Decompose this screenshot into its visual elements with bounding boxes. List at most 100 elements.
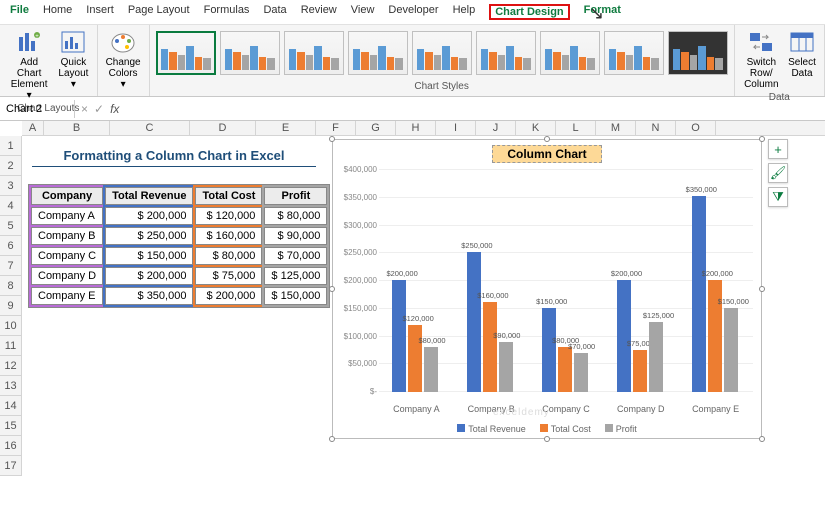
bar-total-revenue[interactable]: $150,000: [542, 308, 556, 392]
bar-total-revenue[interactable]: $200,000: [617, 280, 631, 392]
name-box[interactable]: Chart 2: [0, 100, 75, 118]
data-table[interactable]: Company Total Revenue Total Cost Profit …: [28, 184, 330, 308]
plot-area[interactable]: $-$50,000$100,000$150,000$200,000$250,00…: [379, 170, 753, 392]
style-thumb-4[interactable]: [348, 31, 408, 75]
menu-data[interactable]: Data: [263, 4, 286, 20]
row-header-8[interactable]: 8: [0, 276, 22, 296]
col-header-M[interactable]: M: [596, 121, 636, 135]
bar-group[interactable]: $200,000$75,000$125,000: [617, 280, 663, 392]
menu-view[interactable]: View: [351, 4, 375, 20]
bar-group[interactable]: $350,000$200,000$150,000: [692, 196, 738, 392]
chart-styles-gallery[interactable]: [156, 27, 728, 81]
th-revenue[interactable]: Total Revenue: [105, 187, 193, 205]
row-header-9[interactable]: 9: [0, 296, 22, 316]
style-thumb-9[interactable]: [668, 31, 728, 75]
th-company[interactable]: Company: [31, 187, 103, 205]
col-header-G[interactable]: G: [356, 121, 396, 135]
bar-profit[interactable]: $70,000: [574, 353, 588, 392]
row-header-3[interactable]: 3: [0, 176, 22, 196]
switch-row-column-button[interactable]: Switch Row/ Column: [741, 27, 782, 92]
menu-help[interactable]: Help: [453, 4, 476, 20]
chart-elements-button[interactable]: +: [768, 139, 788, 159]
column-headers[interactable]: ABCDEFGHIJKLMNO: [22, 121, 825, 136]
chart-title[interactable]: Column Chart: [492, 145, 602, 163]
row-header-5[interactable]: 5: [0, 216, 22, 236]
row-header-12[interactable]: 12: [0, 356, 22, 376]
row-header-10[interactable]: 10: [0, 316, 22, 336]
row-header-1[interactable]: 1: [0, 136, 22, 156]
row-header-13[interactable]: 13: [0, 376, 22, 396]
row-header-7[interactable]: 7: [0, 256, 22, 276]
menu-insert[interactable]: Insert: [86, 4, 114, 20]
col-header-B[interactable]: B: [44, 121, 110, 135]
bar-group[interactable]: $200,000$120,000$80,000: [392, 280, 438, 392]
menu-page-layout[interactable]: Page Layout: [128, 4, 190, 20]
row-header-14[interactable]: 14: [0, 396, 22, 416]
add-chart-element-button[interactable]: + Add Chart Element ▾: [6, 27, 52, 103]
bar-profit[interactable]: $150,000: [724, 308, 738, 392]
style-thumb-2[interactable]: [220, 31, 280, 75]
row-header-15[interactable]: 15: [0, 416, 22, 436]
bar-profit[interactable]: $90,000: [499, 342, 513, 392]
bar-total-cost[interactable]: $120,000: [408, 325, 422, 392]
row-header-11[interactable]: 11: [0, 336, 22, 356]
bar-group[interactable]: $150,000$80,000$70,000: [542, 308, 588, 392]
fx-icon[interactable]: fx: [110, 102, 119, 116]
worksheet-grid[interactable]: ABCDEFGHIJKLMNO 123456789101112131415161…: [0, 121, 825, 481]
change-colors-button[interactable]: Change Colors ▾: [104, 27, 143, 92]
bar-group[interactable]: $250,000$160,000$90,000: [467, 252, 513, 392]
row-header-16[interactable]: 16: [0, 436, 22, 456]
table-row[interactable]: Company C$ 150,000$ 80,000$ 70,000: [31, 247, 327, 265]
confirm-icon[interactable]: ✓: [94, 102, 104, 116]
style-thumb-3[interactable]: [284, 31, 344, 75]
menu-file[interactable]: File: [10, 4, 29, 20]
bar-total-cost[interactable]: $75,000: [633, 350, 647, 392]
column-chart[interactable]: Column Chart $-$50,000$100,000$150,000$2…: [332, 139, 762, 439]
row-header-17[interactable]: 17: [0, 456, 22, 476]
table-row[interactable]: Company E$ 350,000$ 200,000$ 150,000: [31, 287, 327, 305]
col-header-A[interactable]: A: [22, 121, 44, 135]
col-header-J[interactable]: J: [476, 121, 516, 135]
style-thumb-1[interactable]: [156, 31, 216, 75]
menu-formulas[interactable]: Formulas: [204, 4, 250, 20]
th-cost[interactable]: Total Cost: [195, 187, 262, 205]
style-thumb-5[interactable]: [412, 31, 472, 75]
th-profit[interactable]: Profit: [264, 187, 327, 205]
bar-total-revenue[interactable]: $200,000: [392, 280, 406, 392]
col-header-E[interactable]: E: [256, 121, 316, 135]
style-thumb-7[interactable]: [540, 31, 600, 75]
bar-profit[interactable]: $125,000: [649, 322, 663, 392]
col-header-N[interactable]: N: [636, 121, 676, 135]
select-data-button[interactable]: Select Data: [786, 27, 818, 81]
bar-profit[interactable]: $80,000: [424, 347, 438, 392]
table-row[interactable]: Company A$ 200,000$ 120,000$ 80,000: [31, 207, 327, 225]
row-header-4[interactable]: 4: [0, 196, 22, 216]
chart-legend[interactable]: Total Revenue Total Cost Profit: [333, 424, 761, 434]
menu-chart-design[interactable]: Chart Design: [489, 4, 569, 20]
bar-total-cost[interactable]: $80,000: [558, 347, 572, 392]
col-header-D[interactable]: D: [190, 121, 256, 135]
menu-developer[interactable]: Developer: [388, 4, 438, 20]
col-header-F[interactable]: F: [316, 121, 356, 135]
bar-total-revenue[interactable]: $350,000: [692, 196, 706, 392]
col-header-O[interactable]: O: [676, 121, 716, 135]
table-row[interactable]: Company D$ 200,000$ 75,000$ 125,000: [31, 267, 327, 285]
col-header-L[interactable]: L: [556, 121, 596, 135]
row-header-6[interactable]: 6: [0, 236, 22, 256]
cancel-icon[interactable]: ×: [81, 102, 88, 116]
bar-total-cost[interactable]: $160,000: [483, 302, 497, 392]
bar-total-revenue[interactable]: $250,000: [467, 252, 481, 392]
style-thumb-8[interactable]: [604, 31, 664, 75]
col-header-C[interactable]: C: [110, 121, 190, 135]
row-header-2[interactable]: 2: [0, 156, 22, 176]
table-row[interactable]: Company B$ 250,000$ 160,000$ 90,000: [31, 227, 327, 245]
quick-layout-button[interactable]: Quick Layout ▾: [56, 27, 90, 92]
col-header-I[interactable]: I: [436, 121, 476, 135]
menu-home[interactable]: Home: [43, 4, 72, 20]
col-header-K[interactable]: K: [516, 121, 556, 135]
style-thumb-6[interactable]: [476, 31, 536, 75]
chart-styles-button[interactable]: 🖌: [768, 163, 788, 183]
menu-review[interactable]: Review: [301, 4, 337, 20]
chart-filters-button[interactable]: ⧩: [768, 187, 788, 207]
col-header-H[interactable]: H: [396, 121, 436, 135]
